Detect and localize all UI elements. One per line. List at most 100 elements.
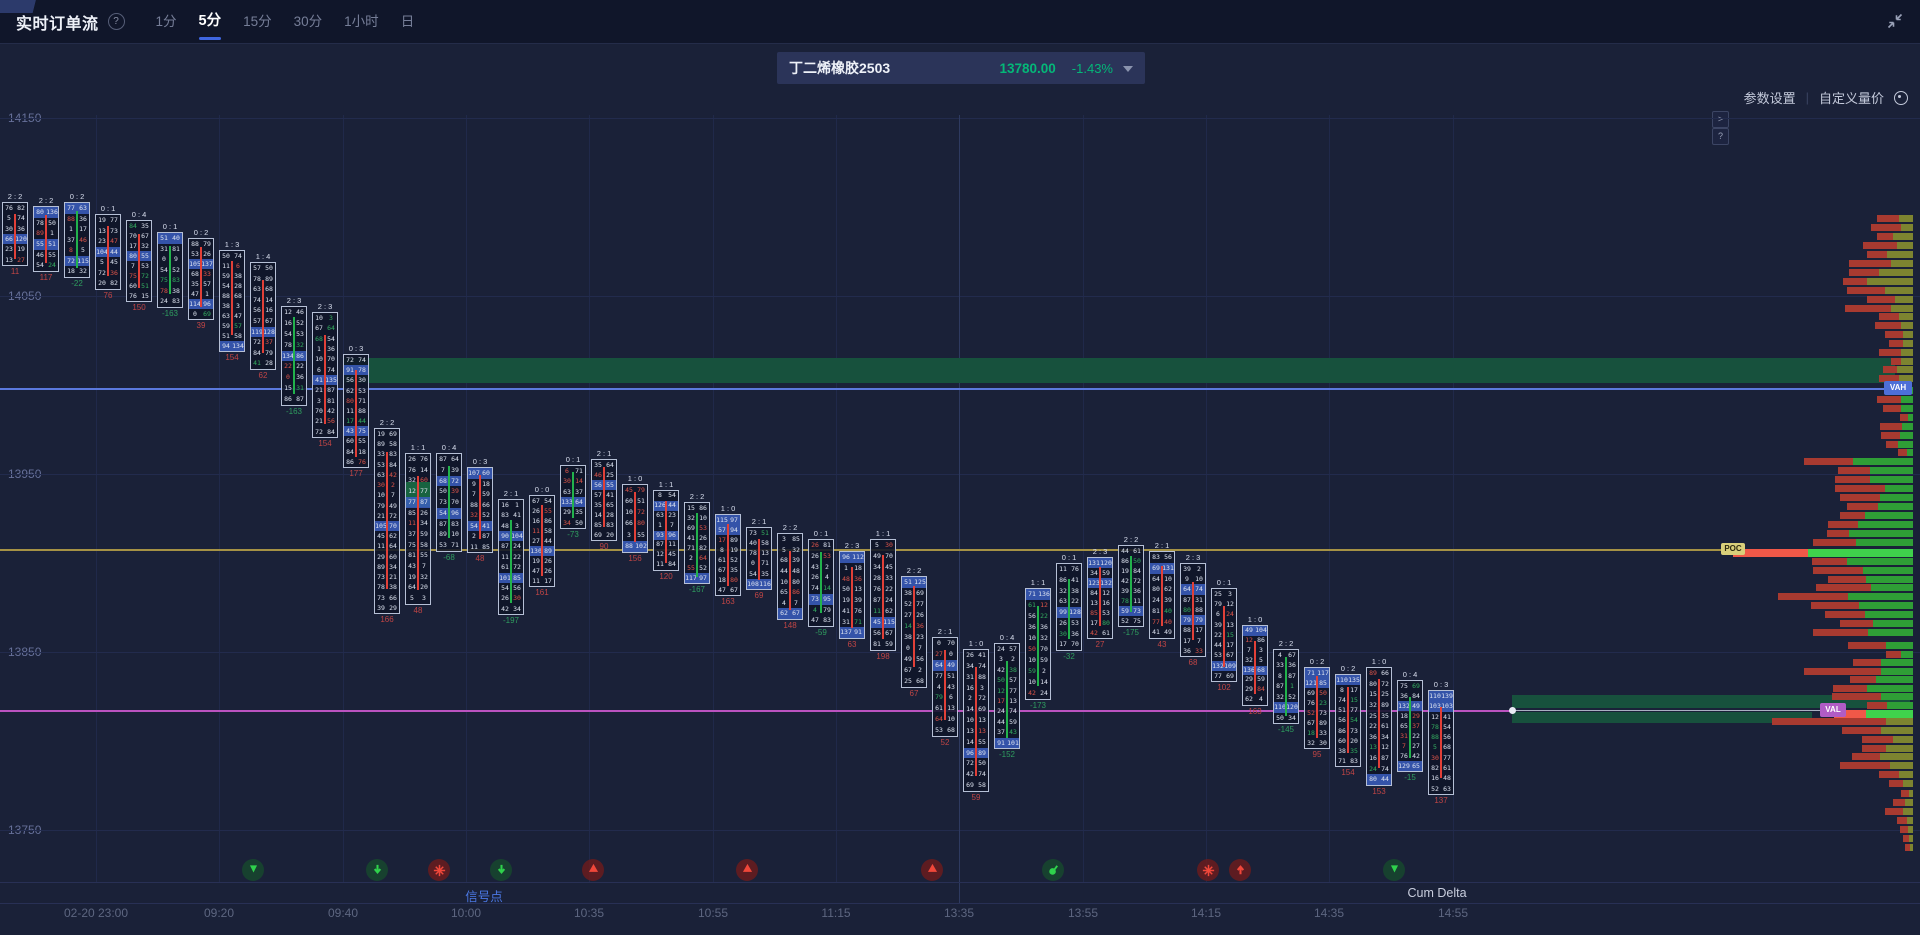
candle-delta-bar [1285,657,1287,715]
footprint-candle[interactable]: 2 : 23855326839444810806586476267148 [777,533,803,620]
time-axis-label: 10:00 [451,906,481,920]
footprint-candle[interactable]: 2 : 313112034591231328412131685531780426… [1087,557,1113,639]
footprint-cell: 49 [1243,626,1255,636]
footprint-cell: 66 [387,593,399,603]
footprint-candle[interactable]: 0 : 125379126243913221544175367132109776… [1211,588,1237,682]
footprint-cell: 73 [1348,726,1360,736]
footprint-candle[interactable]: 0 : 277638836117374685721151832-22 [64,202,90,278]
target-icon[interactable] [1894,91,1908,105]
footprint-candle[interactable]: 2 : 339291064748731808879798817177363368 [1180,563,1206,657]
footprint-candle[interactable]: 0 : 1117686413238632299128265330361770-3… [1056,563,1082,651]
signal-marker-td[interactable] [242,859,264,881]
footprint-cell: 71 [759,558,771,568]
footprint-candle[interactable]: 2 : 396112118483650131939417631711379163 [839,551,865,639]
footprint-candle[interactable]: 2 : 13564462556555741356514288583692090 [591,459,617,541]
tab-15分[interactable]: 15分 [232,0,283,43]
footprint-candle[interactable]: 0 : 1197713732347104445457236208276 [95,214,121,290]
signal-marker-sn[interactable] [428,859,450,881]
footprint-candle[interactable]: 2 : 183566913164108062243981407740414943 [1149,551,1175,639]
footprint-candle[interactable]: 0 : 288795326105137683335574711149606939 [188,238,214,320]
tab-1小时[interactable]: 1小时 [333,0,390,43]
footprint-candle[interactable]: 1 : 1854126446323179396871112451184120 [653,490,679,571]
footprint-candle[interactable]: 2 : 310367646854136107067441135218738170… [312,312,338,438]
profile-bar-buy [1865,512,1913,519]
footprint-candle[interactable]: 1 : 026413474318816327214691013131314559… [963,649,989,792]
footprint-candle[interactable]: 1 : 350741165938542888683836347595751589… [219,250,245,352]
footprint-cell: 87 [294,394,306,405]
signal-marker-pin[interactable] [1042,859,1064,881]
footprint-cell: 5 [1255,656,1267,666]
footprint-cell: 74 [356,355,368,365]
footprint-candle[interactable]: 0 : 372749178563062538071118817444375605… [343,354,369,468]
footprint-candle[interactable]: 0 : 48435706717328055753757260517615150 [126,220,152,302]
vah-tag[interactable]: VAH [1884,381,1912,395]
footprint-candle[interactable]: 0 : 487647396872503973705496878389105371… [436,453,462,552]
footprint-candle[interactable]: 1 : 457507889636874145616576711912872378… [250,262,276,370]
poc-tag[interactable]: POC [1721,543,1745,555]
candle-delta-bar [386,452,388,588]
signal-marker-au[interactable] [1229,859,1251,881]
footprint-candle[interactable]: 2 : 116183414839010487241122617210185545… [498,499,524,615]
settings-button[interactable]: 参数设置 [1744,88,1796,107]
footprint-cell: 116 [759,579,771,589]
tab-日[interactable]: 日 [390,0,426,43]
tab-5分[interactable]: 5分 [188,0,233,43]
help-icon[interactable]: ? [108,13,125,30]
footprint-candle[interactable]: 1 : 011597579417898196152673518804767163 [715,514,741,596]
footprint-candle[interactable]: 1 : 0491041286733251366829592984624163 [1242,625,1268,706]
panel-help-button[interactable]: ? [1712,128,1729,145]
footprint-candle[interactable]: 0 : 310760918759886632525441287118548 [467,467,493,553]
footprint-candle[interactable]: 1 : 153049703445283376228724116245115566… [870,539,896,651]
footprint-candle[interactable]: 2 : 219698958338353846342302107794921721… [374,428,400,614]
val-tag[interactable]: VAL [1820,703,1846,717]
instrument-selector[interactable]: 丁二烯橡胶2503 13780.00 -1.43% [777,52,1145,84]
footprint-candle[interactable]: 0 : 475693684132491829653731227277642129… [1397,680,1423,772]
footprint-candle[interactable]: 2 : 244618650198442723936781159735275-17… [1118,545,1144,627]
footprint-candle[interactable]: 0 : 424573242385057127717132474445937439… [994,643,1020,749]
tab-1分[interactable]: 1分 [145,0,188,43]
footprint-candle[interactable]: 0 : 126812653432264741473954794783-59 [808,539,834,627]
signal-marker-sn[interactable] [1197,859,1219,881]
signal-marker-ad[interactable] [366,859,388,881]
footprint-candle[interactable]: 2 : 215863210695341267182264555211797-16… [684,502,710,584]
footprint-candle[interactable]: 0 : 211013581774155177565486736020383571… [1335,674,1361,767]
footprint-cell: 120 [15,234,27,244]
footprint-candle[interactable]: 2 : 2801367850891555146555424117 [33,206,59,272]
signal-marker-td[interactable] [1383,859,1405,881]
collapse-icon[interactable] [1886,12,1904,30]
footprint-candle[interactable]: 2 : 312461652545378321348622220361531868… [281,306,307,406]
footprint-candle[interactable]: 0 : 067542655168611582744130891926472611… [529,495,555,587]
footprint-candle[interactable]: 1 : 0457960511072668035588102156 [622,484,648,553]
profile-bar-buy [1897,366,1913,373]
footprint-candle[interactable]: 2 : 1735140587813071543510811669 [746,527,772,590]
footprint-candle[interactable]: 2 : 276825743036661202319132711 [2,202,28,266]
tab-30分[interactable]: 30分 [283,0,334,43]
profile-bar-sell [1900,414,1908,421]
footprint-candle[interactable]: 2 : 251125386952772726143638230749566722… [901,576,927,688]
footprint-cell: 13 [945,703,957,714]
expand-panel-button[interactable]: > [1712,111,1729,128]
footprint-cell: 84 [666,560,678,570]
footprint-candle[interactable]: 0 : 151403181095452758378382483-163 [157,232,183,308]
signal-marker-ad[interactable] [490,859,512,881]
footprint-candle[interactable]: 0 : 271117121856950762352736789183332309… [1304,667,1330,749]
footprint-candle[interactable]: 2 : 10702706449775144379661136410536852 [932,637,958,737]
signal-marker-tu[interactable] [582,859,604,881]
footprint-candle[interactable]: 1 : 126767614326012777787852611343759755… [405,453,431,605]
candle-delta-label: 163 [1235,707,1275,716]
footprint-candle[interactable]: 0 : 1671301463371336429353450-73 [560,465,586,529]
signal-marker-tu[interactable] [736,859,758,881]
custom-volume-price-button[interactable]: 自定义量价 [1819,88,1884,107]
candle-delta-bar [448,466,450,538]
footprint-cell: 137 [840,627,852,638]
signal-marker-tu[interactable] [921,859,943,881]
footprint-candle[interactable]: 2 : 2467333688787132521101205034-145 [1273,649,1299,724]
footprint-cell: 14 [821,583,833,594]
footprint-cell: 50 [220,251,232,261]
footprint-candle[interactable]: 1 : 089668072152532892535226136341312168… [1366,667,1392,786]
candle-delta-bar [1254,641,1256,694]
footprint-candle[interactable]: 1 : 171136611256223636103250701059592101… [1025,588,1051,700]
profile-bar-buy [1866,576,1913,583]
h-gridline [0,118,1920,119]
footprint-candle[interactable]: 0 : 311013910310312417854885656830778261… [1428,690,1454,795]
